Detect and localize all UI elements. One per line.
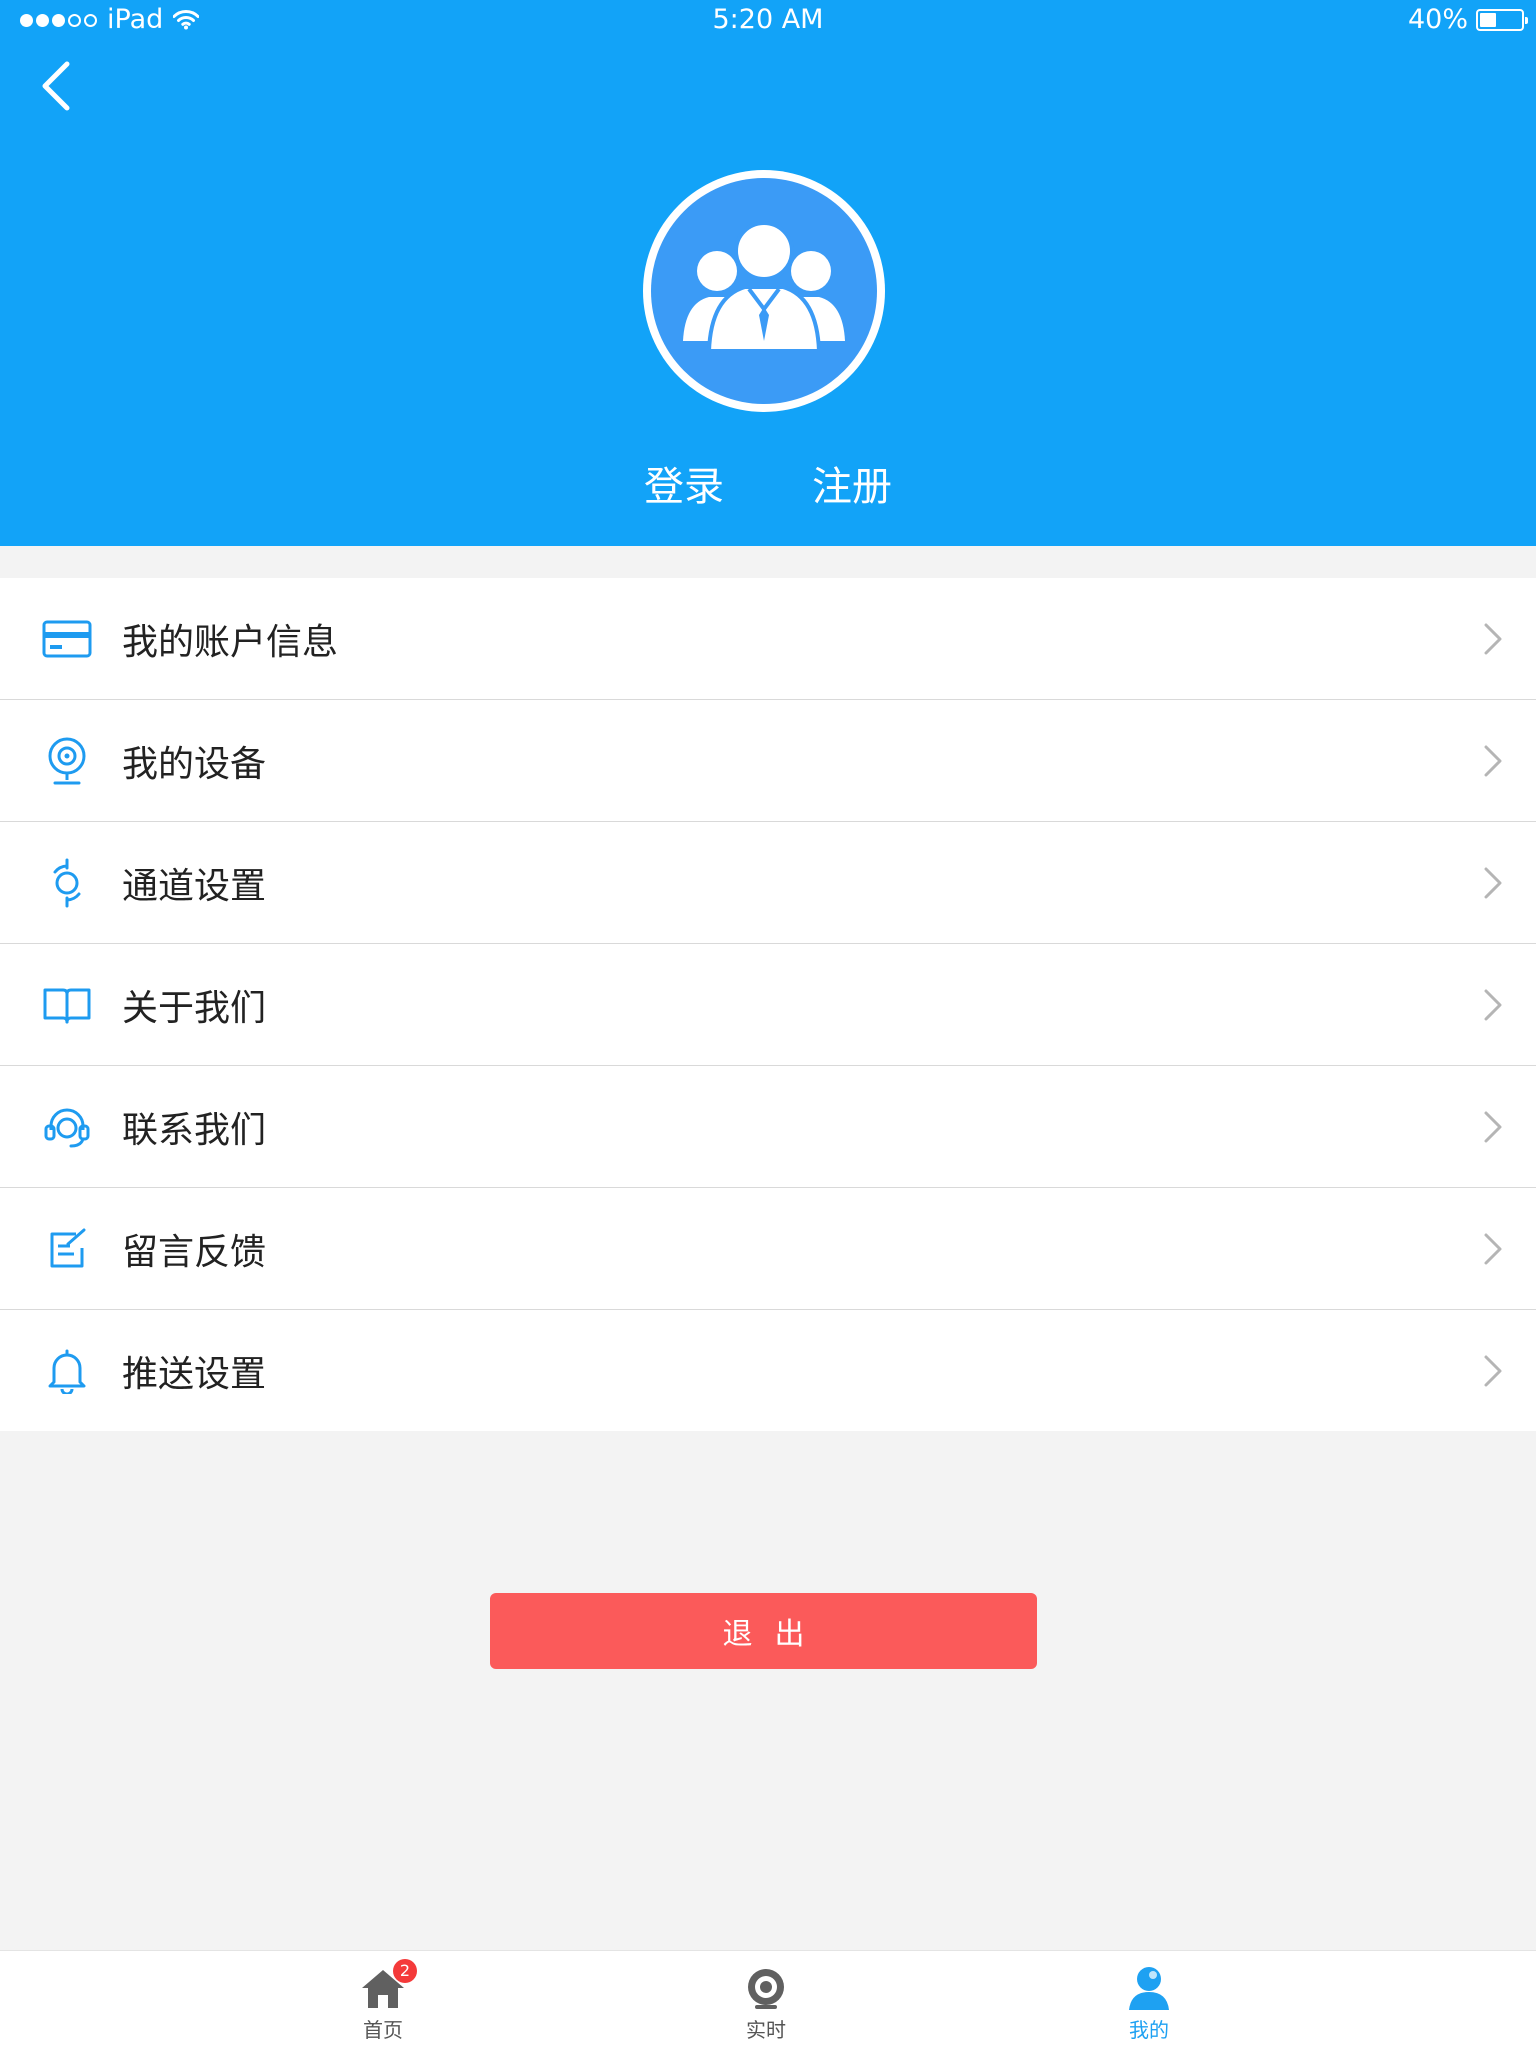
tab-home[interactable]: 2 首页 <box>303 1951 463 2048</box>
chevron-right-icon <box>1478 741 1508 781</box>
menu-item-account-info[interactable]: 我的账户信息 <box>0 578 1536 700</box>
camera-icon <box>748 1969 784 2009</box>
back-button[interactable] <box>28 52 84 120</box>
logout-button[interactable]: 退出 <box>490 1593 1037 1669</box>
tab-bar: 2 首页 实时 我的 <box>0 1950 1536 2048</box>
menu-item-feedback[interactable]: 留言反馈 <box>0 1188 1536 1310</box>
register-link[interactable]: 注册 <box>812 455 892 519</box>
notification-badge: 2 <box>393 1959 417 1983</box>
menu-item-label: 通道设置 <box>122 865 267 907</box>
tab-label: 我的 <box>1129 2018 1169 2042</box>
avatar[interactable] <box>643 170 885 412</box>
status-time: 5:20 AM <box>712 4 824 35</box>
chevron-right-icon <box>1478 1107 1508 1147</box>
chevron-right-icon <box>1478 619 1508 659</box>
chevron-right-icon <box>1478 985 1508 1025</box>
channel-icon <box>38 854 96 912</box>
menu-item-about-us[interactable]: 关于我们 <box>0 944 1536 1066</box>
book-icon <box>38 976 96 1034</box>
tab-label: 首页 <box>363 2018 403 2042</box>
chevron-right-icon <box>1478 1229 1508 1269</box>
menu-item-channel-settings[interactable]: 通道设置 <box>0 822 1536 944</box>
profile-page: iPad 5:20 AM 40% 登录 注册 我的账户信息 我的设备 通道设置 … <box>0 0 1536 2048</box>
tab-mine[interactable]: 我的 <box>1069 1951 1229 2048</box>
menu-item-label: 留言反馈 <box>122 1231 267 1273</box>
tab-live[interactable]: 实时 <box>686 1951 846 2048</box>
menu-item-push-settings[interactable]: 推送设置 <box>0 1310 1536 1431</box>
battery-percentage: 40% <box>1407 4 1468 35</box>
profile-header: iPad 5:20 AM 40% 登录 注册 <box>0 0 1536 546</box>
status-bar: iPad 5:20 AM 40% <box>0 0 1536 40</box>
webcam-icon <box>38 732 96 790</box>
settings-menu: 我的账户信息 我的设备 通道设置 关于我们 联系我们 留言反馈 推送设置 <box>0 578 1536 1431</box>
user-icon <box>1129 1967 1169 2010</box>
login-link[interactable]: 登录 <box>644 455 724 519</box>
users-group-icon <box>683 221 845 353</box>
menu-item-contact-us[interactable]: 联系我们 <box>0 1066 1536 1188</box>
headset-icon <box>38 1098 96 1156</box>
menu-item-label: 推送设置 <box>122 1353 267 1395</box>
chevron-right-icon <box>1478 1351 1508 1391</box>
menu-item-label: 我的设备 <box>122 743 267 785</box>
credit-card-icon <box>38 610 96 668</box>
menu-item-label: 我的账户信息 <box>122 621 339 663</box>
bell-icon <box>38 1342 96 1400</box>
chevron-left-icon <box>42 61 70 111</box>
edit-note-icon <box>38 1220 96 1278</box>
tab-label: 实时 <box>746 2018 786 2042</box>
menu-item-label: 联系我们 <box>122 1109 267 1151</box>
menu-item-label: 关于我们 <box>122 987 267 1029</box>
chevron-right-icon <box>1478 863 1508 903</box>
menu-item-my-devices[interactable]: 我的设备 <box>0 700 1536 822</box>
battery-icon <box>1476 9 1528 31</box>
